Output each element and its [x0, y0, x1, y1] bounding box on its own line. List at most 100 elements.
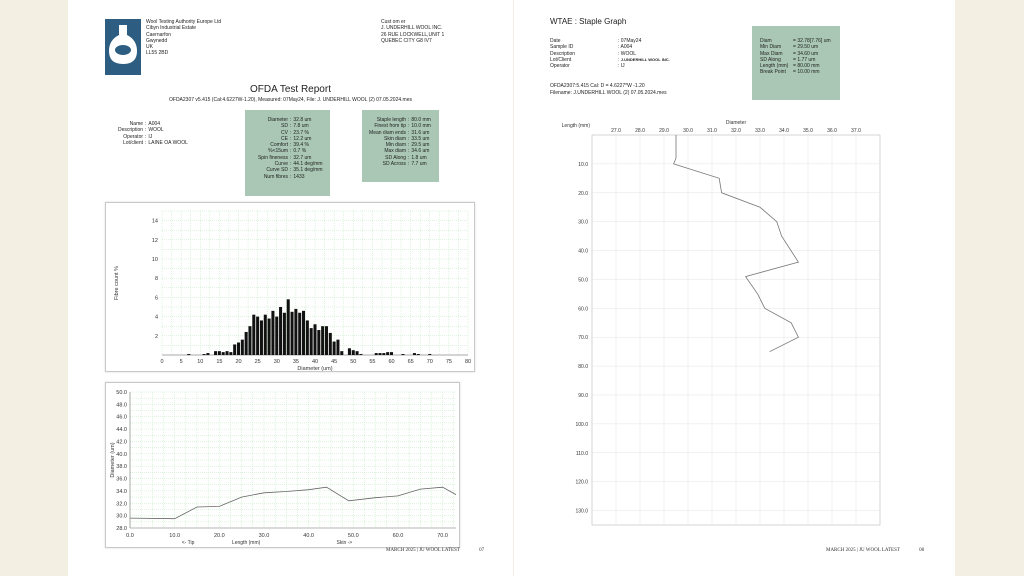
x-axis-label: Length (mm) — [232, 540, 261, 546]
info-value: J.UNDERHILL WOOL INC. — [620, 56, 670, 62]
y-tick-label: 38.0 — [116, 464, 127, 470]
histogram-bar — [386, 352, 390, 355]
y-tick-label: 70.0 — [578, 335, 588, 341]
x-tick-label: 55 — [369, 359, 375, 365]
x-tick-label: 10 — [197, 359, 203, 365]
x-tick-label: 5 — [180, 359, 183, 365]
info-value: WOOL — [620, 50, 637, 57]
histogram-bar — [340, 351, 344, 355]
histogram-bar — [355, 351, 359, 355]
histogram-bar — [317, 330, 321, 355]
fibre-stats-box: Diameter SD CV CE Comfort %<15um Spin fi… — [245, 110, 330, 196]
y-tick-label: 34.0 — [116, 489, 127, 495]
y-tick-label: 10 — [152, 257, 158, 263]
histogram-bar — [202, 354, 206, 355]
report-subtitle: OFDA2307 v5.415 (Cal:4.6227W-1.20), Meas… — [169, 97, 412, 103]
histogram-bar — [351, 350, 355, 355]
customer-block: Cust om er J. UNDERHILL WOOL INC. 26 RUE… — [381, 19, 444, 44]
y-tick-label: 80.0 — [578, 364, 588, 370]
histogram-bar — [206, 353, 210, 355]
y-tick-label: 28.0 — [116, 526, 127, 532]
x-tick-label: 60 — [388, 359, 394, 365]
y-tick-label: 8 — [155, 276, 158, 282]
x-tick-label: 80 — [465, 359, 471, 365]
histogram-bar — [267, 318, 271, 355]
histogram-bar — [187, 354, 191, 355]
histogram-bar — [416, 354, 420, 355]
histogram-bar — [347, 348, 351, 355]
histogram-bar — [321, 326, 325, 355]
page-number: 07 — [479, 548, 485, 553]
x-tick-label: 34.0 — [779, 128, 789, 134]
x-tick-label: 30 — [274, 359, 280, 365]
histogram-bar — [282, 312, 286, 355]
footer-text: MARCH 2025 | JU WOOL LATEST — [386, 548, 460, 553]
x-tick-label: 25 — [255, 359, 261, 365]
info-value: 07May24 — [620, 38, 642, 44]
y-tick-label: 90.0 — [578, 393, 588, 399]
x-tick-label: 0.0 — [126, 533, 134, 539]
diameter-profile-chart: 0.0 10.0 20.0 30.0 40.0 50.0 60.0 70.0 28.0 30.0 3… — [105, 382, 460, 548]
y-axis-label: Fibre count % — [114, 266, 120, 300]
histogram-bar — [221, 352, 225, 355]
y-tick-label: 10.0 — [578, 162, 588, 168]
stat-label: Num fibres — [263, 173, 288, 180]
y-tick-label: 30.0 — [116, 514, 127, 520]
histogram-bar — [259, 320, 263, 355]
y-tick-label: 48.0 — [116, 402, 127, 408]
info-label: Operator — [550, 63, 570, 70]
histogram-bar — [214, 351, 218, 355]
x-tick-label: 20.0 — [214, 533, 225, 539]
customer-line: J. UNDERHILL WOOL INC. — [381, 25, 443, 32]
histogram-bar — [275, 316, 279, 355]
stat-value: 29.50 um — [797, 44, 819, 51]
x-tick-label: 32.0 — [731, 128, 741, 134]
x-tick-label: 40.0 — [303, 533, 314, 539]
x-tick-label: 28.0 — [635, 128, 645, 134]
info-value: A004 — [620, 44, 633, 51]
histogram-bar — [263, 314, 267, 355]
x-tick-label: 33.0 — [755, 128, 765, 134]
x-axis-label: Diameter — [726, 120, 747, 126]
x-tick-label: 45 — [331, 359, 337, 365]
histogram-bar — [229, 352, 233, 355]
diameter-profile-line — [129, 486, 457, 520]
histogram-bar — [401, 354, 405, 355]
histogram-bar — [279, 307, 283, 355]
histogram-bar — [233, 344, 237, 355]
staple-graph-title: WTAE : Staple Graph — [550, 17, 627, 26]
stat-label: Mean diam ends — [369, 129, 406, 136]
footer-left: MARCH 2025 | JU WOOL LATEST 07 — [386, 548, 484, 553]
x-tick-label: 35 — [293, 359, 299, 365]
x-tick-label: 31.0 — [707, 128, 717, 134]
stat-value: 80.00 mm — [797, 63, 820, 70]
histogram-bar — [332, 341, 336, 355]
histogram-bar — [298, 312, 302, 355]
y-tick-label: 46.0 — [116, 415, 127, 421]
info-label: Lot/client — [123, 139, 144, 146]
y-tick-label: 2 — [155, 334, 158, 340]
stat-value: 1433 — [293, 173, 305, 180]
stat-value: 7.7 um — [411, 161, 427, 168]
histogram-bar — [294, 308, 298, 355]
y-axis-label: Length (mm) — [562, 123, 591, 129]
x-tick-label: 50.0 — [348, 533, 359, 539]
x-tick-label: 15 — [216, 359, 222, 365]
histogram-bar — [225, 351, 229, 355]
x-tick-label: 40 — [312, 359, 318, 365]
y-axis-label: Diameter (um) — [110, 442, 116, 477]
x-tick-label: 65 — [408, 359, 414, 365]
histogram-bar — [412, 353, 416, 355]
filename-label: Filename: — [550, 90, 572, 96]
stat-value: 34.60 um — [797, 50, 819, 57]
x-tick-label: 35.0 — [803, 128, 813, 134]
x-tick-label: 70.0 — [437, 533, 448, 539]
histogram-bar — [324, 326, 328, 355]
x-tick-label: 36.0 — [827, 128, 837, 134]
staple-info: Date Sample ID Description Lot/Client Op… — [550, 38, 670, 70]
y-tick-label: 4 — [155, 315, 158, 321]
lab-address-block: Wool Testing Authority Europe Ltd Cibyn … — [146, 19, 221, 57]
y-tick-label: 110.0 — [576, 451, 588, 457]
histogram-bar — [378, 353, 382, 355]
stat-value: 35.1 deg/mm — [293, 167, 323, 174]
